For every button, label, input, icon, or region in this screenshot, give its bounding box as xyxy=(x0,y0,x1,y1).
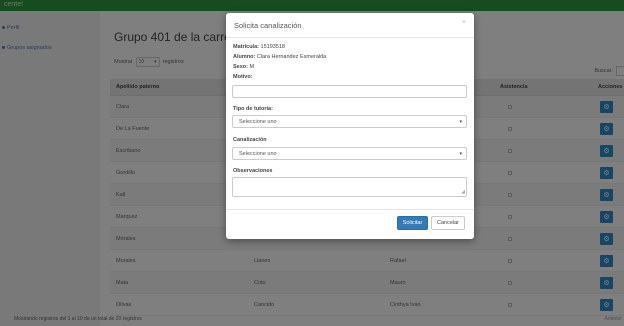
observaciones-textarea[interactable]: ◢ xyxy=(232,177,467,197)
close-icon[interactable]: × xyxy=(462,19,466,26)
canalizacion-label: Canalización xyxy=(233,137,267,143)
motivo-label: Motivo: xyxy=(233,74,253,80)
divider xyxy=(226,209,474,210)
modal-title: Solicita canalización xyxy=(234,21,302,30)
divider xyxy=(226,37,474,38)
canalizacion-select[interactable]: Seleccione uno ▾ xyxy=(232,147,467,160)
observaciones-label: Observaciones xyxy=(233,168,273,174)
motivo-input[interactable] xyxy=(232,85,467,98)
matricula-info: Matrícula: 15193518 xyxy=(233,44,285,50)
resize-grip-icon[interactable]: ◢ xyxy=(461,189,465,195)
cancelar-button[interactable]: Cancelar xyxy=(431,216,465,230)
chevron-down-icon: ▾ xyxy=(459,119,462,125)
alumno-info: Alumno: Clara Hernandez Esmeralda xyxy=(233,54,327,60)
tipo-tutoria-label: Tipo de tutoría: xyxy=(233,106,273,112)
tipo-tutoria-select[interactable]: Seleccione uno ▾ xyxy=(232,115,467,128)
solicitar-button[interactable]: Solicitar xyxy=(397,216,428,230)
sexo-info: Sexo: M xyxy=(233,64,255,70)
chevron-down-icon: ▾ xyxy=(459,151,462,157)
canalizacion-modal: Solicita canalización × Matrícula: 15193… xyxy=(226,13,474,239)
